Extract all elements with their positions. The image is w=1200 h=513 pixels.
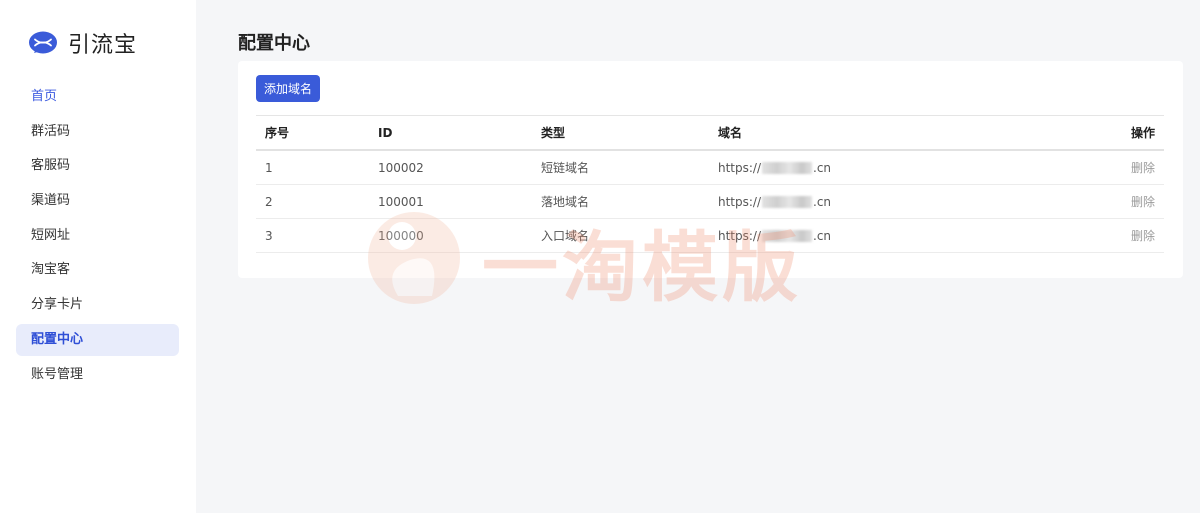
sidebar: 引流宝 首页 群活码 客服码 渠道码 短网址 淘宝客 分享卡片 配置中心 账号管…	[0, 0, 196, 513]
table-row: 2 100001 落地域名 https:// .cn 删除	[256, 185, 1164, 219]
row-id: 100000	[378, 228, 424, 243]
domain-prefix: https://	[718, 228, 762, 243]
domain-suffix: .cn	[813, 160, 832, 175]
row-type: 入口域名	[541, 229, 590, 243]
sidebar-item-group-qrcode[interactable]: 群活码	[16, 116, 179, 148]
sidebar-item-short-url[interactable]: 短网址	[16, 220, 179, 252]
sidebar-item-service-qrcode[interactable]: 客服码	[16, 150, 179, 182]
row-type: 短链域名	[541, 161, 590, 175]
sidebar-item-share-card[interactable]: 分享卡片	[16, 289, 179, 321]
table-header: 序号 ID 类型 域名 操作	[256, 115, 1164, 151]
row-domain: https:// .cn	[718, 185, 831, 218]
blurred-domain	[762, 229, 813, 242]
delete-button[interactable]: 删除	[1131, 185, 1155, 218]
row-index: 1	[265, 160, 273, 175]
domain-card: 添加域名 序号 ID 类型 域名 操作 1 100002 短链域名 https:…	[238, 61, 1183, 278]
table-row: 3 100000 入口域名 https:// .cn 删除	[256, 219, 1164, 253]
domain-suffix: .cn	[813, 194, 832, 209]
domain-table: 序号 ID 类型 域名 操作 1 100002 短链域名 https:// .c…	[256, 115, 1164, 253]
sidebar-item-taobaoke[interactable]: 淘宝客	[16, 254, 179, 286]
row-id: 100002	[378, 160, 424, 175]
page-title: 配置中心	[238, 33, 310, 54]
domain-prefix: https://	[718, 194, 762, 209]
table-row: 1 100002 短链域名 https:// .cn 删除	[256, 151, 1164, 185]
sidebar-item-config-center[interactable]: 配置中心	[16, 323, 179, 356]
add-domain-button[interactable]: 添加域名	[256, 75, 321, 102]
delete-button[interactable]: 删除	[1131, 219, 1155, 252]
row-domain: https:// .cn	[718, 219, 831, 252]
delete-button[interactable]: 删除	[1131, 151, 1155, 184]
row-index: 3	[265, 228, 273, 243]
domain-suffix: .cn	[813, 228, 832, 243]
row-id: 100001	[378, 194, 424, 209]
column-header-action: 操作	[1130, 126, 1155, 140]
blurred-domain	[762, 161, 813, 174]
column-header-type: 类型	[541, 126, 566, 140]
column-header-domain: 域名	[718, 126, 743, 140]
row-domain: https:// .cn	[718, 151, 831, 184]
sidebar-item-channel-qrcode[interactable]: 渠道码	[16, 185, 179, 217]
sidebar-item-account[interactable]: 账号管理	[16, 359, 179, 391]
domain-prefix: https://	[718, 160, 762, 175]
row-type: 落地域名	[541, 195, 590, 209]
logo-icon	[29, 31, 57, 54]
column-header-index: 序号	[265, 126, 290, 140]
sidebar-item-home[interactable]: 首页	[16, 81, 179, 113]
row-index: 2	[265, 194, 273, 209]
app-name: 引流宝	[68, 33, 138, 58]
blurred-domain	[762, 195, 813, 208]
column-header-id: ID	[378, 125, 393, 140]
brand[interactable]: 引流宝	[28, 28, 137, 58]
sidebar-nav: 首页 群活码 客服码 渠道码 短网址 淘宝客 分享卡片 配置中心 账号管理	[16, 81, 179, 393]
